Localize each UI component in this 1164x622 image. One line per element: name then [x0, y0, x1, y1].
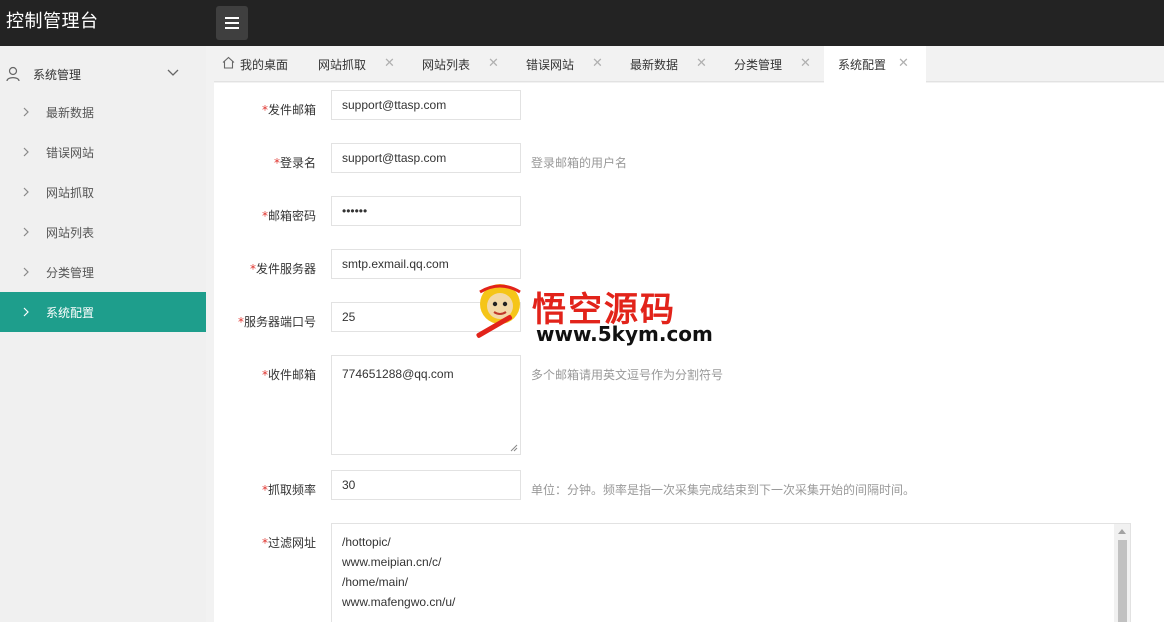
filter-url-line: www.meipian.cn/c/: [342, 555, 442, 569]
recipient-email-textarea[interactable]: 774651288@qq.com: [331, 355, 521, 455]
chevron-right-icon: [23, 267, 29, 277]
tab-label: 我的桌面: [240, 58, 289, 72]
crawl-frequency-field[interactable]: 30: [331, 470, 521, 500]
watermark-logo: 悟空源码 www.5kym.com: [470, 274, 713, 350]
close-icon[interactable]: ✕: [898, 57, 909, 70]
tab-system-config[interactable]: 系统配置 ✕: [824, 46, 926, 83]
login-name-label: *登录名: [273, 156, 316, 170]
crawl-frequency-label: *抓取频率: [261, 483, 316, 497]
sidebar-item-label: 分类管理: [46, 266, 95, 280]
close-icon[interactable]: ✕: [592, 57, 603, 70]
tab-category-management[interactable]: 分类管理 ✕: [726, 46, 830, 82]
top-header: 控制管理台: [0, 0, 1164, 46]
user-icon: [6, 66, 20, 82]
tab-site-list[interactable]: 网站列表 ✕: [414, 46, 518, 82]
vertical-scrollbar[interactable]: [1114, 524, 1130, 622]
tab-label: 错误网站: [526, 58, 575, 72]
tab-label: 分类管理: [734, 58, 783, 72]
textarea-value: 774651288@qq.com: [342, 367, 454, 381]
sidebar-item-latest-data[interactable]: 最新数据: [0, 92, 206, 132]
sidebar: 系统管理 最新数据 错误网站 网站抓取 网站列表 分类管理 系统配置: [0, 46, 206, 622]
chevron-down-icon: [167, 69, 179, 76]
sidebar-item-site-list[interactable]: 网站列表: [0, 212, 206, 252]
tab-label: 最新数据: [630, 58, 679, 72]
filter-url-line: /home/main/: [342, 575, 409, 589]
tab-site-crawl[interactable]: 网站抓取 ✕: [310, 46, 414, 82]
config-form-panel: *发件邮箱 support@ttasp.com *登录名 support@tta…: [214, 83, 1164, 622]
sender-email-field[interactable]: support@ttasp.com: [331, 90, 521, 120]
login-name-field[interactable]: support@ttasp.com: [331, 143, 521, 173]
close-icon[interactable]: ✕: [384, 57, 395, 70]
recipient-email-hint: 多个邮箱请用英文逗号作为分割符号: [531, 368, 724, 382]
monkey-mascot-icon: [476, 284, 521, 338]
email-password-label: *邮箱密码: [261, 209, 316, 223]
filter-url-line: www.mafengwo.cn/u/: [342, 595, 456, 609]
app-title: 控制管理台: [6, 11, 99, 32]
chevron-right-icon: [23, 307, 29, 317]
filter-urls-textarea[interactable]: /hottopic/ www.meipian.cn/c/ /home/main/…: [331, 523, 1131, 622]
sidebar-item-category-management[interactable]: 分类管理: [0, 252, 206, 292]
home-icon: [222, 56, 235, 69]
sender-email-label: *发件邮箱: [261, 103, 316, 117]
chevron-right-icon: [23, 107, 29, 117]
tab-my-desktop[interactable]: 我的桌面: [214, 46, 310, 82]
scroll-up-arrow-icon[interactable]: [1118, 529, 1126, 534]
recipient-email-label: *收件邮箱: [261, 368, 316, 382]
hamburger-menu-button[interactable]: [216, 6, 248, 40]
crawl-frequency-hint: 单位：分钟。频率是指一次采集完成结束到下一次采集开始的间隔时间。: [531, 483, 916, 497]
chevron-right-icon: [23, 227, 29, 237]
close-icon[interactable]: ✕: [800, 57, 811, 70]
watermark-url: www.5kym.com: [536, 322, 713, 346]
scrollbar-thumb[interactable]: [1118, 540, 1127, 622]
smtp-server-label: *发件服务器: [249, 262, 316, 276]
sidebar-item-label: 最新数据: [46, 106, 95, 120]
chevron-right-icon: [23, 147, 29, 157]
sidebar-group-system-management[interactable]: 系统管理: [0, 58, 206, 90]
email-password-field[interactable]: ••••••: [331, 196, 521, 226]
tab-bar: 我的桌面 网站抓取 ✕ 网站列表 ✕ 错误网站 ✕ 最新数据 ✕ 分类管理 ✕ …: [214, 46, 1164, 83]
tab-label: 网站抓取: [318, 58, 367, 72]
tab-latest-data[interactable]: 最新数据 ✕: [622, 46, 726, 82]
sidebar-item-label: 错误网站: [46, 146, 95, 160]
server-port-label: *服务器端口号: [237, 315, 316, 329]
sidebar-item-error-sites[interactable]: 错误网站: [0, 132, 206, 172]
filter-url-line: /hottopic/: [342, 535, 391, 549]
sidebar-item-label: 网站列表: [46, 226, 95, 240]
tab-error-sites[interactable]: 错误网站 ✕: [518, 46, 622, 82]
close-icon[interactable]: ✕: [488, 57, 499, 70]
sidebar-item-label: 网站抓取: [46, 186, 95, 200]
tab-label: 系统配置: [838, 58, 887, 72]
tab-label: 网站列表: [422, 58, 471, 72]
sidebar-item-system-config[interactable]: 系统配置: [0, 292, 206, 332]
sidebar-item-site-crawl[interactable]: 网站抓取: [0, 172, 206, 212]
close-icon[interactable]: ✕: [696, 57, 707, 70]
filter-urls-label: *过滤网址: [261, 536, 316, 550]
chevron-right-icon: [23, 187, 29, 197]
resize-grip-icon[interactable]: [510, 444, 518, 452]
sidebar-item-label: 系统配置: [46, 306, 95, 320]
sidebar-group-label: 系统管理: [33, 68, 82, 82]
login-name-hint: 登录邮箱的用户名: [531, 156, 628, 170]
